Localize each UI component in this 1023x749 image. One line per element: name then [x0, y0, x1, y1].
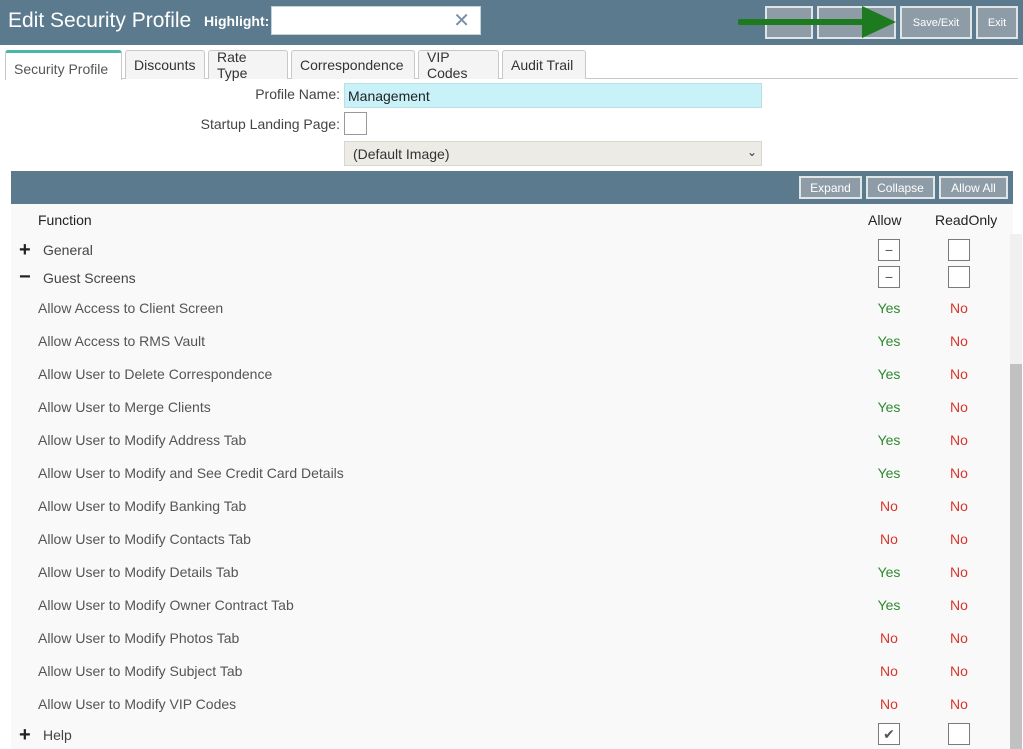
allow-value[interactable]: Yes — [869, 300, 909, 316]
allow-column-header: Allow — [868, 212, 902, 228]
readonly-value[interactable]: No — [939, 564, 979, 580]
allow-value[interactable]: No — [869, 531, 909, 547]
group-general: General — [43, 242, 93, 258]
help-readonly-checkbox[interactable] — [948, 723, 970, 745]
permission-label: Allow User to Delete Correspondence — [38, 366, 273, 382]
readonly-value[interactable]: No — [939, 630, 979, 646]
permission-label: Allow User to Modify Owner Contract Tab — [38, 597, 294, 613]
collapse-button[interactable]: Collapse — [866, 176, 935, 199]
permission-label: Allow User to Modify VIP Codes — [38, 696, 237, 712]
allow-value[interactable]: No — [869, 663, 909, 679]
allow-value[interactable]: No — [869, 498, 909, 514]
readonly-value[interactable]: No — [939, 432, 979, 448]
readonly-column-header: ReadOnly — [935, 212, 998, 228]
readonly-value[interactable]: No — [939, 366, 979, 382]
permission-label: Allow User to Modify Contacts Tab — [38, 531, 251, 547]
guest-screens-allow-checkbox[interactable]: − — [878, 266, 900, 288]
allow-value[interactable]: No — [869, 696, 909, 712]
expand-icon[interactable]: + — [19, 725, 31, 745]
group-guest-screens: Guest Screens — [43, 270, 136, 286]
allow-value[interactable]: Yes — [869, 432, 909, 448]
permission-label: Allow User to Modify Photos Tab — [38, 630, 240, 646]
startup-landing-label: Startup Landing Page: — [200, 116, 340, 132]
permission-label: Allow User to Modify Details Tab — [38, 564, 239, 580]
readonly-value[interactable]: No — [939, 300, 979, 316]
expand-button[interactable]: Expand — [799, 176, 862, 199]
permission-label: Allow User to Modify Banking Tab — [38, 498, 247, 514]
group-help: Help — [43, 727, 72, 743]
readonly-value[interactable]: No — [939, 465, 979, 481]
save-exit-button[interactable]: Save/Exit — [900, 6, 972, 39]
chevron-down-icon: ⌄ — [746, 145, 757, 159]
profile-name-input[interactable]: Management — [344, 83, 762, 108]
permission-label: Allow User to Modify Subject Tab — [38, 663, 243, 679]
tab-audit-trail[interactable]: Audit Trail — [502, 50, 586, 79]
allow-value[interactable]: Yes — [869, 366, 909, 382]
startup-landing-checkbox[interactable] — [344, 112, 367, 135]
readonly-value[interactable]: No — [939, 333, 979, 349]
allow-value[interactable]: No — [869, 630, 909, 646]
guest-screens-readonly-checkbox[interactable] — [948, 266, 970, 288]
permission-label: Allow Access to Client Screen — [38, 300, 224, 316]
permission-label: Allow User to Modify Address Tab — [38, 432, 247, 448]
grid-scrollbar[interactable] — [1010, 234, 1022, 749]
page-title: Edit Security Profile — [8, 9, 192, 32]
allow-value[interactable]: Yes — [869, 465, 909, 481]
general-readonly-checkbox[interactable] — [948, 239, 970, 261]
tab-correspondence[interactable]: Correspondence — [291, 50, 415, 79]
tab-bar: Security Profile Discounts Rate Type Cor… — [5, 49, 589, 81]
allow-value[interactable]: Yes — [869, 333, 909, 349]
function-column-header: Function — [38, 212, 92, 228]
allow-value[interactable]: Yes — [869, 564, 909, 580]
allow-all-button[interactable]: Allow All — [939, 176, 1008, 199]
profile-name-label: Profile Name: — [255, 86, 340, 102]
page-header: Edit Security Profile Highlight: ✕ Save/… — [0, 0, 1023, 45]
highlight-input[interactable] — [274, 9, 444, 32]
allow-value[interactable]: Yes — [869, 399, 909, 415]
highlight-label: Highlight: — [204, 13, 270, 29]
allow-value[interactable]: Yes — [869, 597, 909, 613]
tab-discounts[interactable]: Discounts — [125, 50, 205, 79]
readonly-value[interactable]: No — [939, 531, 979, 547]
readonly-value[interactable]: No — [939, 696, 979, 712]
expand-icon[interactable]: + — [19, 240, 31, 260]
help-allow-checkbox[interactable]: ✔ — [878, 723, 900, 745]
readonly-value[interactable]: No — [939, 663, 979, 679]
permission-label: Allow User to Modify and See Credit Card… — [38, 465, 344, 481]
grid-toolbar: Expand Collapse Allow All — [11, 171, 1013, 204]
green-arrow-icon — [738, 6, 896, 38]
permission-label: Allow Access to RMS Vault — [38, 333, 206, 349]
close-icon[interactable]: ✕ — [453, 10, 470, 32]
general-allow-checkbox[interactable]: − — [878, 239, 900, 261]
exit-button[interactable]: Exit — [976, 6, 1018, 39]
tab-security-profile[interactable]: Security Profile — [5, 50, 122, 80]
readonly-value[interactable]: No — [939, 399, 979, 415]
image-select[interactable]: (Default Image) ⌄ — [344, 141, 762, 166]
image-select-value: (Default Image) — [353, 146, 450, 162]
readonly-value[interactable]: No — [939, 498, 979, 514]
permission-label: Allow User to Merge Clients — [38, 399, 211, 415]
tab-rate-type[interactable]: Rate Type — [208, 49, 288, 81]
permissions-grid: Function Allow ReadOnly + General − − Gu… — [11, 204, 1022, 749]
collapse-icon[interactable]: − — [19, 267, 31, 287]
tab-vip-codes[interactable]: VIP Codes — [418, 49, 499, 81]
readonly-value[interactable]: No — [939, 597, 979, 613]
scrollbar-thumb[interactable] — [1010, 364, 1022, 749]
highlight-field: ✕ — [271, 6, 481, 35]
